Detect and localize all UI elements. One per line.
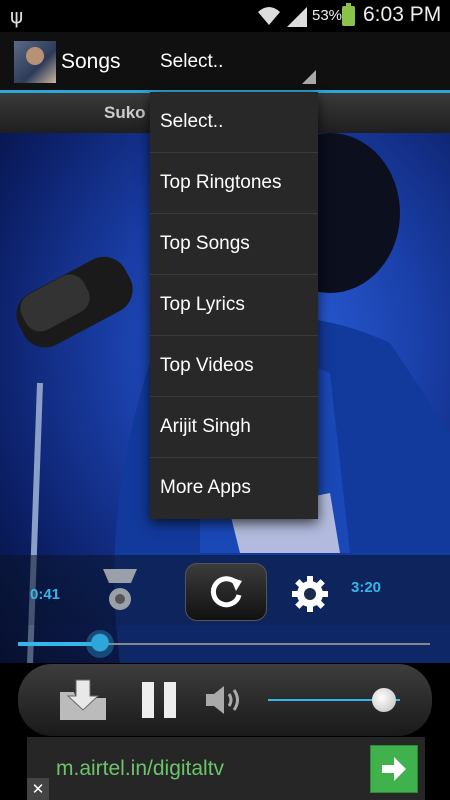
dropdown-item-arijit-singh[interactable]: Arijit Singh xyxy=(150,397,318,458)
shuffle-icon[interactable] xyxy=(101,565,139,615)
dropdown-item-top-videos[interactable]: Top Videos xyxy=(150,336,318,397)
volume-icon[interactable] xyxy=(204,684,244,720)
repeat-icon xyxy=(210,576,242,608)
app-icon[interactable] xyxy=(14,41,56,83)
action-bar: Songs Select.. xyxy=(0,32,450,93)
ad-text[interactable]: m.airtel.in/digitaltv xyxy=(56,757,224,781)
dropdown-item-select[interactable]: Select.. xyxy=(150,92,318,153)
dropdown-item-more-apps[interactable]: More Apps xyxy=(150,458,318,519)
wifi-icon xyxy=(256,5,282,31)
status-bar: ψ 53% 6:03 PM xyxy=(0,0,450,32)
repeat-button[interactable] xyxy=(185,563,267,621)
app-title: Songs xyxy=(61,50,121,73)
playback-panel xyxy=(18,664,432,736)
spinner-value: Select.. xyxy=(160,51,224,72)
total-time: 3:20 xyxy=(351,579,382,596)
ad-close-button[interactable]: ✕ xyxy=(27,778,49,800)
ad-open-button[interactable] xyxy=(370,745,418,793)
arrow-right-icon xyxy=(382,757,406,781)
dropdown-item-top-songs[interactable]: Top Songs xyxy=(150,214,318,275)
category-spinner[interactable]: Select.. xyxy=(148,36,318,86)
usb-icon: ψ xyxy=(10,4,24,28)
gear-icon[interactable] xyxy=(290,574,330,618)
dropdown-item-top-lyrics[interactable]: Top Lyrics xyxy=(150,275,318,336)
category-dropdown: Select.. Top Ringtones Top Songs Top Lyr… xyxy=(150,92,318,519)
battery-percent: 53% xyxy=(312,7,343,24)
battery-charging-icon xyxy=(342,3,355,26)
download-icon[interactable] xyxy=(58,678,108,726)
elapsed-time: 0:41 xyxy=(30,586,61,603)
player-controls: 0:41 3:20 xyxy=(0,555,450,625)
seek-bar[interactable] xyxy=(0,625,450,663)
volume-thumb[interactable] xyxy=(372,688,397,712)
pause-icon[interactable] xyxy=(140,680,178,724)
clock: 6:03 PM xyxy=(363,3,442,26)
seek-thumb[interactable] xyxy=(86,630,115,658)
spinner-arrow-icon xyxy=(302,70,316,84)
signal-icon xyxy=(287,7,309,31)
dropdown-item-top-ringtones[interactable]: Top Ringtones xyxy=(150,153,318,214)
ad-banner[interactable]: m.airtel.in/digitaltv xyxy=(27,737,425,800)
song-title: Suko xyxy=(104,103,146,122)
